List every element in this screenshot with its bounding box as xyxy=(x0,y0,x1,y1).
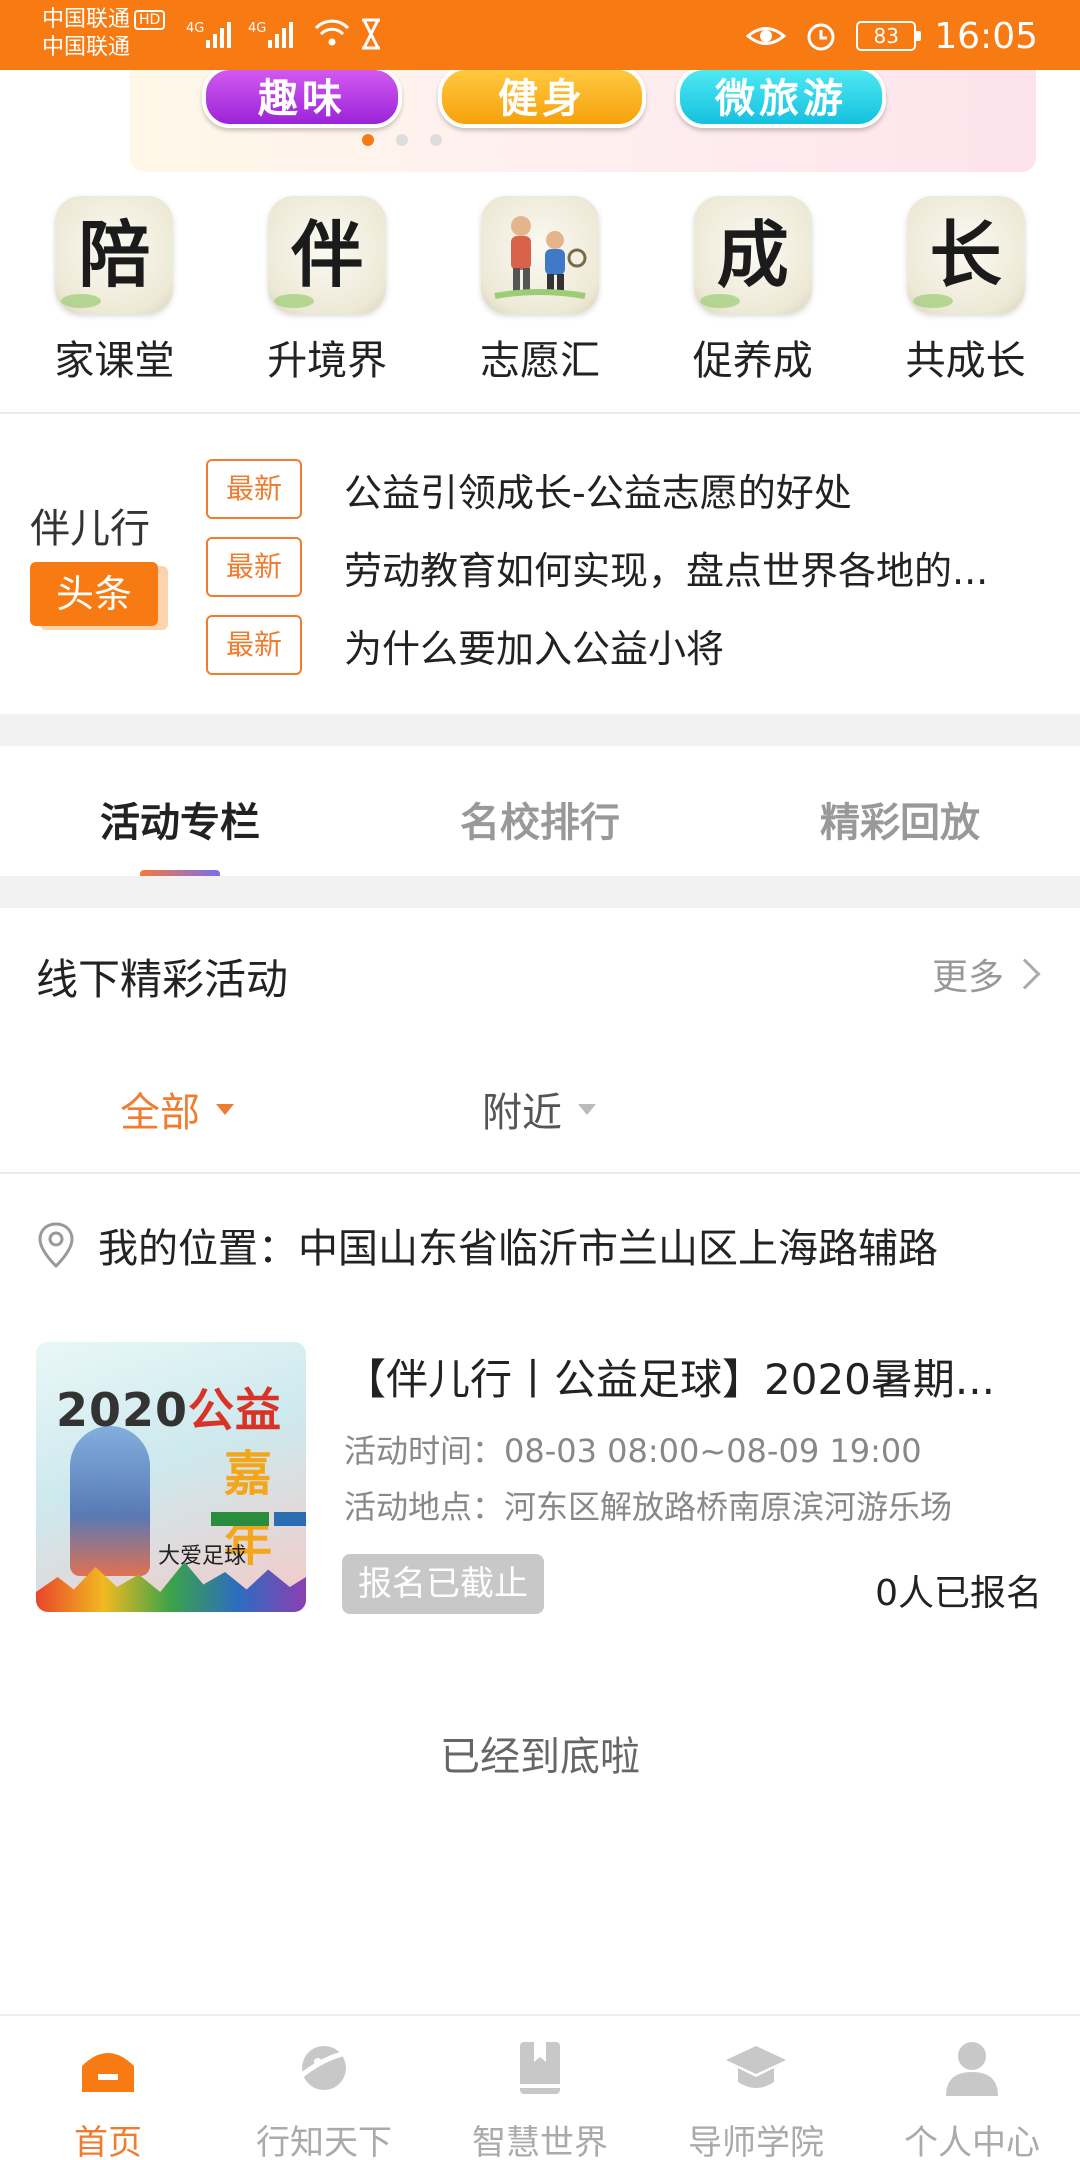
category-label: 志愿汇 xyxy=(479,338,600,384)
filter-nearby-label: 附近 xyxy=(482,1090,562,1136)
chevron-right-icon xyxy=(1009,958,1041,990)
location-text: 我的位置：中国山东省临沂市兰山区上海路辅路 xyxy=(98,1226,938,1272)
thumbnail-green-bar xyxy=(211,1512,269,1526)
promo-banner[interactable]: 趣味 健身 微旅游 xyxy=(130,70,1036,172)
svg-text:4G: 4G xyxy=(186,21,204,36)
filter-nearby[interactable]: 附近 xyxy=(482,1080,596,1138)
tab-replays[interactable]: 精彩回放 xyxy=(720,746,1080,876)
banner-pill-fun[interactable]: 趣味 xyxy=(202,70,402,128)
my-location[interactable]: 我的位置：中国山东省临沂市兰山区上海路辅路 xyxy=(36,1216,938,1274)
companion-char-icon: 伴 xyxy=(268,196,387,314)
nav-explore[interactable]: 行知天下 xyxy=(216,2016,432,2160)
dropdown-arrow-icon xyxy=(216,1103,234,1115)
headline-text: 公益引领成长-公益志愿的好处 xyxy=(344,470,852,515)
category-upgrade[interactable]: 伴 升境界 xyxy=(227,196,427,396)
accompany-char-icon: 陪 xyxy=(55,196,174,314)
carrier-info: 中国联通 HD 中国联通 xyxy=(42,6,166,62)
book-icon xyxy=(520,2042,560,2094)
filter-all[interactable]: 全部 xyxy=(120,1080,234,1138)
category-volunteer[interactable]: 志愿汇 xyxy=(440,196,640,396)
banner-dot xyxy=(430,134,442,146)
thumbnail-caption: 大爱足球 xyxy=(158,1544,247,1569)
activity-place: 活动地点：河东区解放路桥南原滨河游乐场 xyxy=(344,1488,953,1526)
thumbnail-title: 2020公益 xyxy=(56,1383,283,1437)
tab-school-ranking[interactable]: 名校排行 xyxy=(360,746,720,876)
planet-icon xyxy=(294,2046,353,2090)
grow-char-icon: 长 xyxy=(906,196,1025,314)
headline-item[interactable]: 最新 为什么要加入公益小将 xyxy=(206,614,1044,676)
more-link[interactable]: 更多 xyxy=(931,948,1041,1000)
svg-text:4G: 4G xyxy=(248,21,266,36)
nav-profile[interactable]: 个人中心 xyxy=(864,2016,1080,2160)
headline-tag: 头条 xyxy=(30,562,158,626)
section-gap xyxy=(0,714,1080,746)
category-label: 升境界 xyxy=(267,338,388,384)
graduation-cap-icon xyxy=(726,2046,786,2088)
new-badge: 最新 xyxy=(206,537,302,597)
banner-dot xyxy=(396,134,408,146)
activity-thumbnail[interactable]: 2020公益 嘉年 大爱足球 xyxy=(36,1342,306,1612)
banner-pagination xyxy=(362,134,442,146)
hd-badge: HD xyxy=(134,10,166,30)
category-grid: 陪 家课堂 伴 升境界 志愿汇 成 促养成 长 共成长 xyxy=(0,196,1080,396)
person-icon xyxy=(946,2042,998,2096)
banner-pill-microtour[interactable]: 微旅游 xyxy=(676,70,886,128)
carrier-2: 中国联通 xyxy=(42,35,131,60)
new-badge: 最新 xyxy=(206,615,302,675)
status-right: 83 16:05 xyxy=(746,14,1038,58)
activity-time: 活动时间：08-03 08:00~08-09 19:00 xyxy=(344,1432,922,1470)
headline-brand: 伴儿行 xyxy=(30,506,150,552)
category-cultivate[interactable]: 成 促养成 xyxy=(653,196,853,396)
battery-indicator: 83 xyxy=(856,21,922,51)
banner-pill-fitness[interactable]: 健身 xyxy=(438,70,646,128)
nav-label: 导师学院 xyxy=(688,2123,824,2160)
headline-item[interactable]: 最新 劳动教育如何实现，盘点世界各地的... xyxy=(206,536,1044,598)
category-grow-together[interactable]: 长 共成长 xyxy=(866,196,1066,396)
activity-title[interactable]: 【伴儿行丨公益足球】2020暑期... xyxy=(344,1346,1044,1407)
tab-bar: 活动专栏 名校排行 精彩回放 xyxy=(0,746,1080,876)
nav-wisdom[interactable]: 智慧世界 xyxy=(432,2016,648,2160)
section-title: 线下精彩活动 xyxy=(36,955,289,1004)
category-family-class[interactable]: 陪 家课堂 xyxy=(14,196,214,396)
location-pin-icon xyxy=(38,1222,74,1269)
filter-all-label: 全部 xyxy=(120,1090,200,1136)
divider xyxy=(0,1172,1080,1174)
alarm-icon xyxy=(807,23,835,51)
tab-activities[interactable]: 活动专栏 xyxy=(0,746,360,876)
category-label: 促养成 xyxy=(692,338,813,384)
status-bar: 中国联通 HD 中国联通 4G 4G 83 16:05 xyxy=(0,0,1080,70)
category-label: 家课堂 xyxy=(54,338,175,384)
end-of-list-note: 已经到底啦 xyxy=(440,1734,640,1780)
nav-home[interactable]: 首页 xyxy=(0,2016,216,2160)
dropdown-arrow-icon xyxy=(578,1103,596,1115)
thumbnail-blue-bar xyxy=(274,1512,306,1526)
bottom-nav: 首页 行知天下 智慧世界 导师学院 个人中心 xyxy=(0,2014,1080,2160)
headline-item[interactable]: 最新 公益引领成长-公益志愿的好处 xyxy=(206,458,1044,520)
nav-mentor[interactable]: 导师学院 xyxy=(648,2016,864,2160)
runner-figure xyxy=(70,1426,150,1576)
headline-text: 劳动教育如何实现，盘点世界各地的... xyxy=(344,548,989,593)
home-icon xyxy=(82,2053,134,2092)
headline-section: 伴儿行 头条 最新 公益引领成长-公益志愿的好处 最新 劳动教育如何实现，盘点世… xyxy=(0,414,1080,714)
section-gap xyxy=(0,876,1080,908)
volunteers-illustration-icon xyxy=(480,196,599,314)
clock: 16:05 xyxy=(934,15,1038,57)
category-label: 共成长 xyxy=(905,338,1026,384)
nav-label: 智慧世界 xyxy=(472,2123,608,2160)
registration-closed-badge: 报名已截止 xyxy=(342,1554,544,1614)
headline-text: 为什么要加入公益小将 xyxy=(344,626,725,671)
signal-icon: 4G 4G xyxy=(186,18,380,50)
new-badge: 最新 xyxy=(206,459,302,519)
nav-label: 首页 xyxy=(74,2123,142,2160)
registration-count: 0人已报名 xyxy=(875,1573,1042,1614)
achieve-char-icon: 成 xyxy=(693,196,812,314)
eye-icon xyxy=(746,27,787,45)
nav-label: 行知天下 xyxy=(256,2123,392,2160)
carrier-1: 中国联通 xyxy=(42,7,131,32)
nav-label: 个人中心 xyxy=(904,2123,1040,2160)
banner-dot xyxy=(362,134,374,146)
more-label: 更多 xyxy=(931,957,1004,998)
